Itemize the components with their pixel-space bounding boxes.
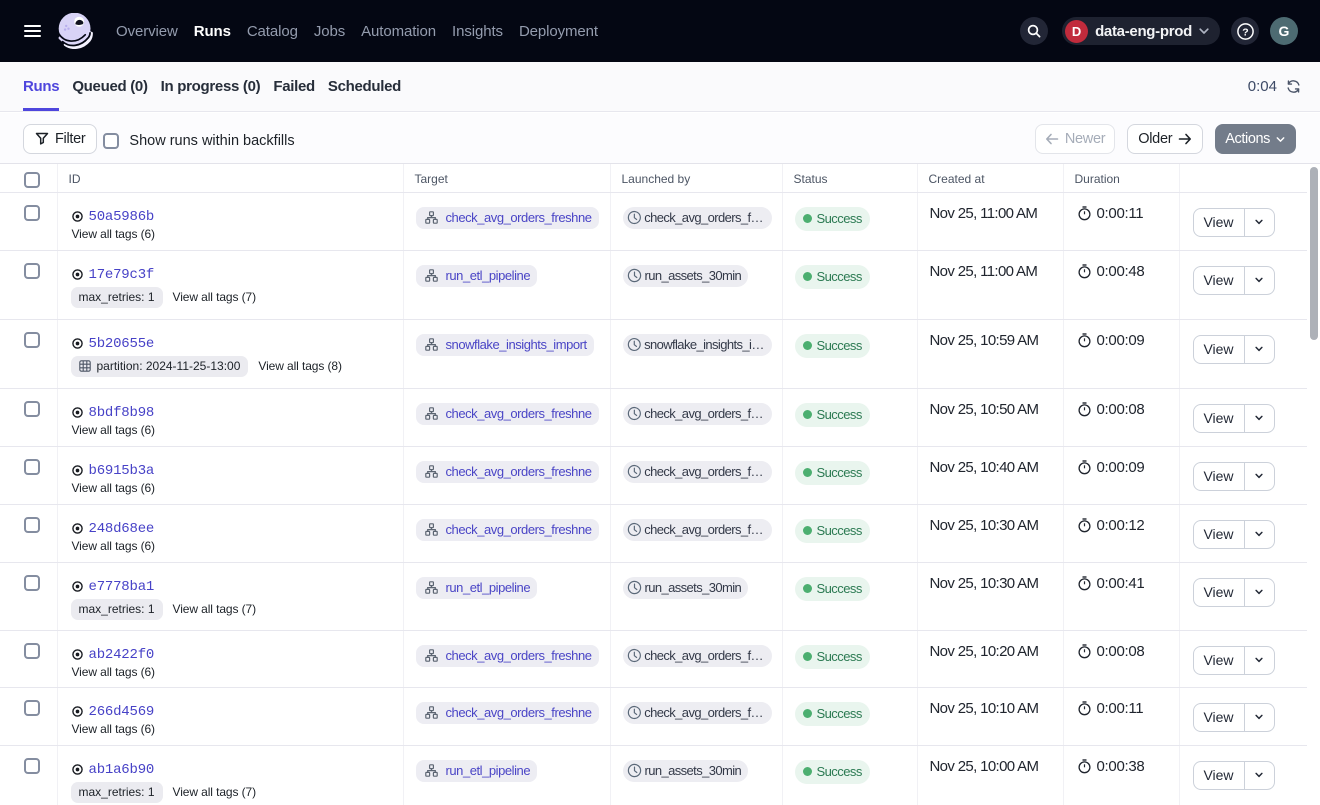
svg-text:?: ?	[1242, 26, 1248, 38]
